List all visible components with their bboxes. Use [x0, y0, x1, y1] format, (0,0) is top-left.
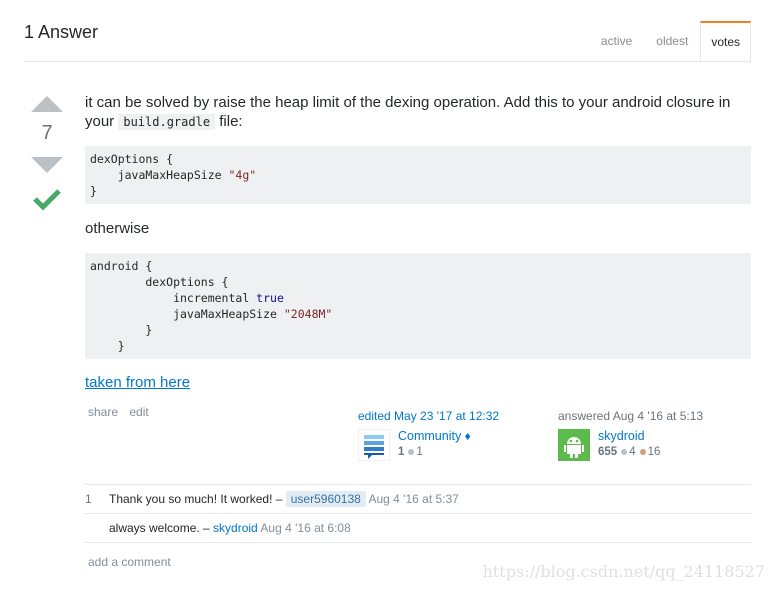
answer-paragraph-2: otherwise	[85, 220, 150, 237]
vote-count: 7	[41, 122, 53, 144]
tab-votes[interactable]: votes	[700, 21, 751, 63]
vote-cell: 7	[30, 96, 64, 211]
skydroid-username[interactable]: skydroid	[598, 429, 645, 443]
inline-code: build.gradle	[118, 114, 216, 130]
source-link[interactable]: taken from here	[85, 374, 190, 391]
code-block-2: android { dexOptions { incremental true …	[85, 253, 751, 359]
skydroid-reputation: 655 4 16	[598, 446, 661, 458]
community-avatar[interactable]	[358, 429, 390, 461]
answer-paragraph-1: it can be solved by raise the heap limit…	[85, 94, 731, 130]
upvote-arrow-icon[interactable]	[31, 96, 63, 112]
answers-header: 1 Answer active oldest votes	[0, 0, 775, 63]
edit-link[interactable]: edit	[129, 405, 148, 419]
accepted-checkmark-icon	[33, 189, 61, 211]
community-username[interactable]: Community	[398, 429, 461, 443]
comment-date[interactable]: Aug 4 '16 at 6:08	[260, 521, 350, 535]
answered-timestamp: answered Aug 4 '16 at 5:13	[558, 409, 704, 423]
comment-item: always welcome. – skydroid Aug 4 '16 at …	[85, 513, 751, 542]
watermark: https://blog.csdn.net/qq_24118527	[482, 562, 765, 581]
comment-date[interactable]: Aug 4 '16 at 5:37	[368, 492, 458, 506]
code-block-1: dexOptions { javaMaxHeapSize "4g" }	[85, 146, 751, 204]
moderator-diamond-icon: ♦	[464, 429, 471, 443]
answers-count-title: 1 Answer	[24, 22, 99, 42]
downvote-arrow-icon[interactable]	[31, 157, 63, 173]
community-reputation: 11	[398, 446, 423, 458]
comment-text: always welcome. – skydroid Aug 4 '16 at …	[109, 521, 351, 535]
answer-body: it can be solved by raise the heap limit…	[85, 93, 751, 392]
header-divider	[24, 61, 751, 62]
answered-signature: answered Aug 4 '16 at 5:13 skydroid 655 4…	[558, 409, 703, 461]
silver-badge-icon	[408, 448, 415, 455]
comment-user-link[interactable]: user5960138	[285, 491, 366, 507]
skydroid-avatar[interactable]	[558, 429, 590, 461]
sort-tabs: active oldest votes	[589, 20, 751, 63]
edited-timestamp[interactable]: edited May 23 '17 at 12:32	[358, 409, 499, 423]
post-menu: share edit	[88, 405, 157, 419]
tab-oldest[interactable]: oldest	[644, 34, 700, 62]
silver-badge-icon	[621, 448, 628, 455]
comment-score: 1	[85, 492, 92, 506]
comment-item: 1 Thank you so much! It worked! – user59…	[85, 484, 751, 513]
comment-user-link[interactable]: skydroid	[213, 521, 258, 535]
share-link[interactable]: share	[88, 405, 118, 419]
comment-text: Thank you so much! It worked! – user5960…	[109, 491, 459, 507]
bronze-badge-icon	[639, 448, 646, 455]
edited-signature: edited May 23 '17 at 12:32 Community ♦ 1…	[358, 409, 499, 461]
tab-active[interactable]: active	[589, 34, 644, 62]
